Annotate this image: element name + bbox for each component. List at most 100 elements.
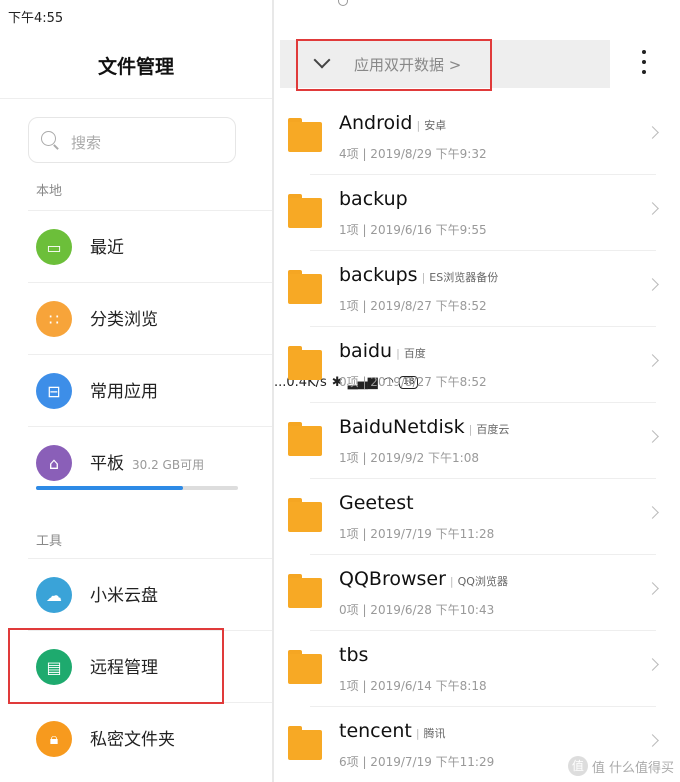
folder-meta: 1项 | 2019/9/2 下午1:08 (339, 451, 479, 465)
folder-title: BaiduNetdisk (339, 416, 465, 438)
folder-title: backup (339, 188, 408, 210)
folder-title: backups (339, 264, 418, 286)
sidebar-item-label: 分类浏览 (90, 310, 158, 330)
folder-name: tbs (339, 644, 368, 666)
storage-bar (36, 486, 238, 490)
list-item[interactable]: BaiduNetdisk 百度云 1项 | 2019/9/2 下午1:08 (274, 402, 680, 478)
folder-name: backups ES浏览器备份 (339, 264, 498, 286)
chevron-right-icon (646, 734, 659, 747)
chevron-right-icon (646, 506, 659, 519)
folder-meta: 6项 | 2019/7/19 下午11:29 (339, 755, 495, 769)
sidebar-item-recent[interactable]: ▭ 最近 (28, 210, 272, 282)
folder-icon (288, 346, 322, 380)
sidebar-item-apps[interactable]: ⊟ 常用应用 (28, 354, 272, 426)
list-item[interactable]: tbs 1项 | 2019/6/14 下午8:18 (274, 630, 680, 706)
search-icon (41, 131, 56, 146)
watermark: 值 值 什么值得买 (567, 756, 674, 776)
list-item[interactable]: baidu百度 0项 | 2019/8/27 下午8:52 (274, 326, 680, 402)
section-label-tools: 工具 (36, 534, 63, 549)
list-item[interactable]: Geetest 1项 | 2019/7/19 下午11:28 (274, 478, 680, 554)
right-panel: 应用双开数据 > Android安卓 4项 | 2019/8/29 下午9:32… (274, 30, 680, 782)
divider (310, 630, 656, 631)
storage-bar-fill (36, 486, 184, 490)
folder-title: Geetest (339, 492, 414, 514)
chevron-right-icon (646, 354, 659, 367)
search-input[interactable]: 搜索 (28, 117, 236, 163)
folder-title: QQBrowser (339, 568, 446, 590)
cloud-icon: ☁ (36, 577, 72, 613)
folder-icon: ▭ (36, 229, 72, 265)
folder-meta: 1项 | 2019/6/14 下午8:18 (339, 679, 487, 693)
folder-icon (288, 194, 322, 228)
folder-icon (288, 118, 322, 152)
chevron-right-icon (646, 202, 659, 215)
folder-title: baidu (339, 340, 393, 362)
chevron-right-icon (646, 278, 659, 291)
sidebar-item-label: 常用应用 (90, 382, 158, 402)
list-item[interactable]: backups ES浏览器备份 1项 | 2019/8/27 下午8:52 (274, 250, 680, 326)
status-time: 下午4:55 (8, 11, 64, 26)
chevron-right-icon (646, 658, 659, 671)
sidebar-item-private[interactable]: 🔒︎ 私密文件夹 (28, 702, 272, 774)
sidebar-item-label: 最近 (90, 238, 124, 258)
sidebar-item-label: 私密文件夹 (90, 730, 175, 750)
folder-meta: 0项 | 2019/6/28 下午10:43 (339, 603, 495, 617)
folder-name: baidu百度 (339, 340, 426, 362)
divider (310, 706, 656, 707)
folder-name: QQBrowser QQ浏览器 (339, 568, 508, 590)
home-icon: ⌂ (36, 445, 72, 481)
folder-icon (288, 650, 322, 684)
sidebar-item-categories[interactable]: ∷ 分类浏览 (28, 282, 272, 354)
folder-icon (288, 498, 322, 532)
chevron-right-icon (646, 582, 659, 595)
folder-alias: 百度 (396, 347, 426, 360)
grid-icon: ∷ (36, 301, 72, 337)
app-title: 文件管理 (97, 56, 174, 78)
folder-meta: 1项 | 2019/8/27 下午8:52 (339, 299, 487, 313)
watermark-text: 值 什么值得买 (591, 760, 674, 776)
folder-alias: 安卓 (416, 119, 446, 132)
folder-meta: 4项 | 2019/8/29 下午9:32 (339, 147, 487, 161)
folder-icon (288, 270, 322, 304)
folder-name: BaiduNetdisk 百度云 (339, 416, 509, 438)
chevron-right-icon (646, 126, 659, 139)
list-item[interactable]: backup 1项 | 2019/6/16 下午9:55 (274, 174, 680, 250)
folder-title: tbs (339, 644, 369, 666)
list-item[interactable]: Android安卓 4项 | 2019/8/29 下午9:32 (274, 98, 680, 174)
status-bar: 下午4:55 ...0.4K/s ✱ ▂▄▆ ◠ 18 (0, 0, 680, 390)
divider (310, 478, 656, 479)
folder-icon (288, 726, 322, 760)
folder-name: Geetest (339, 492, 414, 514)
folder-alias: ES浏览器备份 (422, 271, 499, 284)
folder-alias: 腾讯 (416, 727, 446, 740)
folder-meta: 0项 | 2019/8/27 下午8:52 (339, 375, 487, 389)
folder-alias: 百度云 (469, 423, 510, 436)
apps-icon: ⊟ (36, 373, 72, 409)
divider (310, 326, 656, 327)
watermark-logo-icon: 值 (567, 756, 588, 776)
folder-icon (288, 574, 322, 608)
sidebar-item-tablet[interactable]: ⌂ 平板 30.2 GB可用 (28, 426, 272, 514)
divider (310, 402, 656, 403)
more-menu-icon[interactable] (642, 50, 646, 80)
folder-alias: QQ浏览器 (450, 575, 508, 588)
sidebar-item-label: 平板 30.2 GB可用 (90, 449, 204, 474)
folder-title: Android (339, 112, 413, 134)
lock-icon: 🔒︎ (36, 721, 72, 757)
search-placeholder: 搜索 (71, 134, 102, 152)
folder-name: Android安卓 (339, 112, 446, 134)
folder-meta: 1项 | 2019/6/16 下午9:55 (339, 223, 487, 237)
tablet-label: 平板 (90, 454, 124, 474)
sidebar-item-mi-cloud[interactable]: ☁ 小米云盘 (28, 558, 272, 630)
folder-name: backup (339, 188, 408, 210)
divider (0, 98, 272, 99)
divider (310, 554, 656, 555)
sidebar-item-label: 小米云盘 (90, 586, 158, 606)
divider (310, 250, 656, 251)
divider (310, 174, 656, 175)
list-item[interactable]: QQBrowser QQ浏览器 0项 | 2019/6/28 下午10:43 (274, 554, 680, 630)
folder-name: tencent 腾讯 (339, 720, 446, 742)
highlight-box (8, 628, 224, 704)
storage-available: 30.2 GB可用 (132, 458, 205, 472)
folder-meta: 1项 | 2019/7/19 下午11:28 (339, 527, 495, 541)
